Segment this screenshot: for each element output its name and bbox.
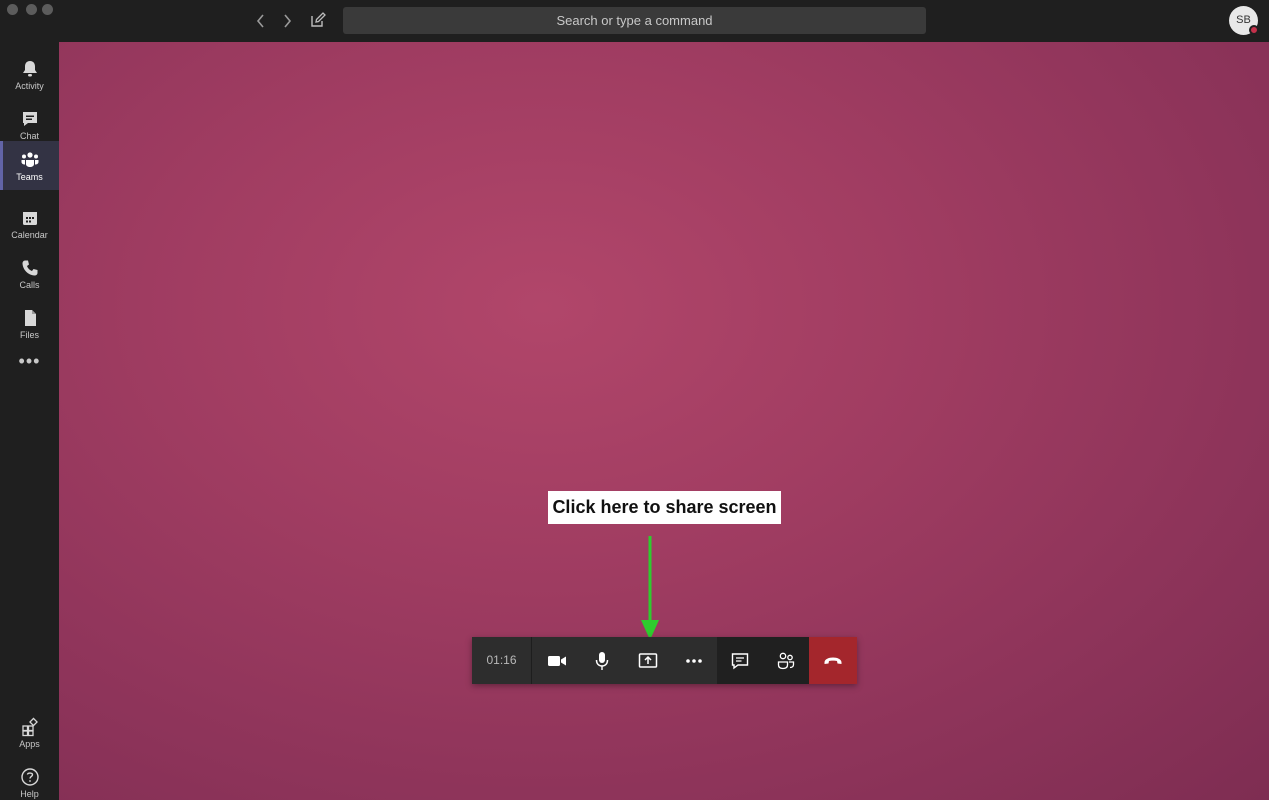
more-apps-icon[interactable]: ••• [0,352,59,374]
camera-toggle-button[interactable] [534,637,580,684]
sidebar-item-help[interactable]: Help [0,758,59,800]
apps-icon [21,717,38,737]
chevron-left-icon[interactable] [251,11,271,31]
search-input[interactable]: Search or type a command [343,7,926,34]
new-chat-icon[interactable] [308,10,328,30]
avatar-initials: SB [1236,14,1251,26]
more-options-icon [686,659,702,663]
window-close-button[interactable] [7,4,18,15]
chat-icon [22,112,37,126]
calendar-icon [22,212,37,225]
teams-icon [21,152,38,167]
bell-icon [22,61,37,77]
sidebar-item-label: Help [20,789,39,799]
participants-icon [777,652,795,670]
hang-up-button[interactable] [809,637,857,684]
video-camera-icon [548,656,566,666]
app-bar: Activity Chat Teams Calendar Calls Files… [0,42,59,800]
sidebar-item-activity[interactable]: Activity [0,50,59,99]
conversation-icon [731,653,749,670]
teams-window: Search or type a command SB Activity Cha… [0,0,1269,800]
show-participants-button[interactable] [763,637,809,684]
sidebar-item-teams[interactable]: Teams [0,141,59,190]
window-minimize-button[interactable] [26,4,37,15]
show-conversation-button[interactable] [717,637,763,684]
share-screen-button[interactable] [625,637,671,684]
sidebar-item-label: Activity [15,81,44,91]
phone-icon [22,260,37,276]
sidebar-item-apps[interactable]: Apps [0,708,59,757]
hang-up-icon [824,657,842,664]
sidebar-item-label: Apps [19,739,40,749]
share-screen-icon [638,653,658,668]
sidebar-item-label: Calendar [11,230,48,240]
help-icon [20,768,39,786]
call-control-bar: 01:16 [472,637,857,684]
file-icon [24,310,36,326]
sidebar-item-calendar[interactable]: Calendar [0,199,59,248]
sidebar-item-label: Calls [19,280,40,290]
more-options-button[interactable] [671,637,717,684]
sidebar-item-files[interactable]: Files [0,299,59,348]
avatar[interactable]: SB [1229,6,1259,35]
sidebar-item-label: Files [19,330,39,340]
call-timer: 01:16 [472,637,532,684]
video-stage: Click here to share screen 01:16 [59,42,1269,800]
window-zoom-button[interactable] [42,4,53,15]
sidebar-item-calls[interactable]: Calls [0,249,59,298]
call-secondary-group [717,637,809,684]
mute-button[interactable] [579,637,625,684]
annotation-callout: Click here to share screen [548,491,781,524]
sidebar-item-label: Chat [19,131,39,141]
microphone-icon [595,652,609,670]
status-badge [1249,25,1259,35]
title-bar: Search or type a command SB [0,0,1269,42]
annotation-arrow-icon [641,536,659,640]
chevron-right-icon[interactable] [277,11,297,31]
sidebar-item-label: Teams [16,172,43,182]
